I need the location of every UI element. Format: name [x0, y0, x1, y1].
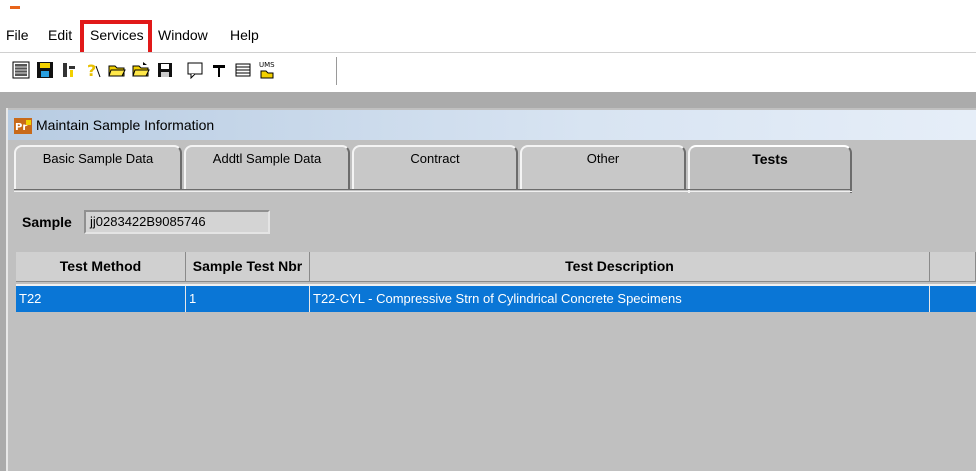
column-header-filler — [930, 252, 976, 282]
svg-text:?: ? — [87, 61, 96, 79]
sample-label: Sample — [22, 214, 72, 230]
tab-divider-highlight — [14, 191, 852, 192]
sample-field[interactable]: jj0283422B9085746 — [84, 210, 270, 234]
list-icon[interactable] — [10, 59, 32, 81]
toolbar-button-group: ? UMS — [6, 57, 337, 85]
menu-window[interactable]: Window — [158, 27, 208, 43]
column-header-test-description[interactable]: Test Description — [310, 252, 930, 282]
table-cell-test-description[interactable]: T22-CYL - Compressive Strn of Cylindrica… — [310, 286, 930, 312]
window-title: Maintain Sample Information — [36, 117, 215, 133]
tools-icon[interactable] — [58, 59, 80, 81]
app-accent-mark — [10, 6, 20, 9]
tab-tests[interactable]: Tests — [688, 145, 852, 193]
floppy-icon[interactable] — [154, 59, 176, 81]
table-cell-filler — [930, 286, 976, 312]
toolbar: ? UMS — [0, 52, 976, 89]
menu-help[interactable]: Help — [230, 27, 259, 43]
open-folder-alt-icon[interactable] — [130, 59, 152, 81]
grid-icon[interactable] — [232, 59, 254, 81]
table-cell-test-method[interactable]: T22 — [16, 286, 186, 312]
table-cell-sample-test-nbr[interactable]: 1 — [186, 286, 310, 312]
column-header-test-method[interactable]: Test Method — [16, 252, 186, 282]
tab-other[interactable]: Other — [520, 145, 686, 189]
svg-text:UMS: UMS — [259, 61, 275, 69]
tab-addtl-sample-data[interactable]: Addtl Sample Data — [184, 145, 350, 189]
comment-icon[interactable] — [184, 59, 206, 81]
svg-text:Pr: Pr — [15, 122, 27, 133]
menu-edit[interactable]: Edit — [48, 27, 72, 43]
app-logo-icon: Pr — [14, 118, 32, 134]
column-header-sample-test-nbr[interactable]: Sample Test Nbr — [186, 252, 310, 282]
help-icon[interactable]: ? — [82, 59, 104, 81]
menu-file[interactable]: File — [6, 27, 29, 43]
text-tool-icon[interactable] — [208, 59, 230, 81]
save-disk-icon[interactable] — [34, 59, 56, 81]
tab-divider — [14, 189, 852, 190]
open-folder-icon[interactable] — [106, 59, 128, 81]
tab-strip-filler — [852, 145, 976, 191]
tab-contract[interactable]: Contract — [352, 145, 518, 189]
ums-icon[interactable]: UMS — [256, 59, 278, 81]
tab-basic-sample-data[interactable]: Basic Sample Data — [14, 145, 182, 189]
